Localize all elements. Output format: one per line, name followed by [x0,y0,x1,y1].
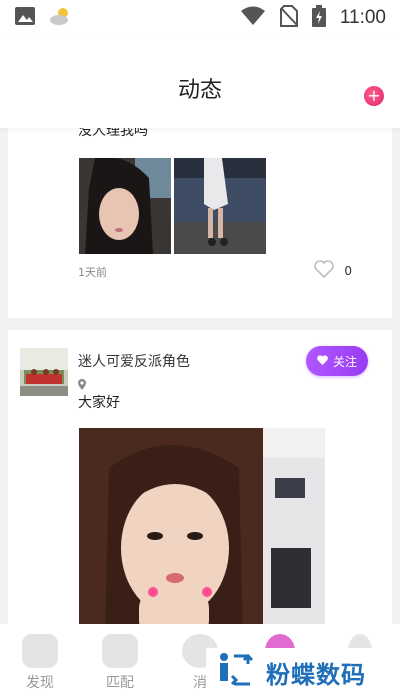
nav-item-discover[interactable]: 发现 [5,634,75,692]
post-time: 1天前 [78,266,107,279]
like-button[interactable]: 0 [314,260,352,281]
image-icon [14,6,36,30]
follow-button[interactable]: 关注 [306,346,368,376]
feed-list[interactable]: 没人理我吗 1天前 0 迷人可爱反派角色 关注 大家好 [0,128,400,624]
heart-outline-icon [314,260,335,281]
heart-icon [317,354,328,368]
post-card[interactable]: 迷人可爱反派角色 关注 大家好 [8,330,392,624]
post-photo[interactable] [79,158,171,254]
clock: 11:00 [339,7,386,28]
post-card[interactable]: 没人理我吗 1天前 0 [8,128,392,318]
status-bar: 11:00 [0,0,400,36]
home-icon [22,634,58,668]
watermark-text: 粉蝶数码 [266,660,366,689]
like-count: 0 [344,263,352,278]
heart-match-icon [102,634,138,668]
wifi-icon [240,6,266,30]
post-photo[interactable] [79,428,325,624]
nav-item-match[interactable]: 匹配 [85,634,155,692]
add-post-button[interactable]: + [364,86,384,106]
no-sim-icon [279,5,298,31]
battery-icon [311,5,326,31]
username[interactable]: 迷人可爱反派角色 [78,351,190,371]
app-header: 动态 + [0,36,400,128]
page-title: 动态 [177,78,222,103]
post-content: 大家好 [78,395,120,411]
weather-icon [48,6,74,30]
watermark-logo-icon [214,650,256,694]
post-photo[interactable] [174,158,266,254]
plus-icon: + [367,86,381,105]
avatar[interactable] [20,348,68,396]
watermark: 粉蝶数码 [206,648,396,696]
follow-label: 关注 [332,354,357,369]
post-content: 没人理我吗 [78,128,148,139]
